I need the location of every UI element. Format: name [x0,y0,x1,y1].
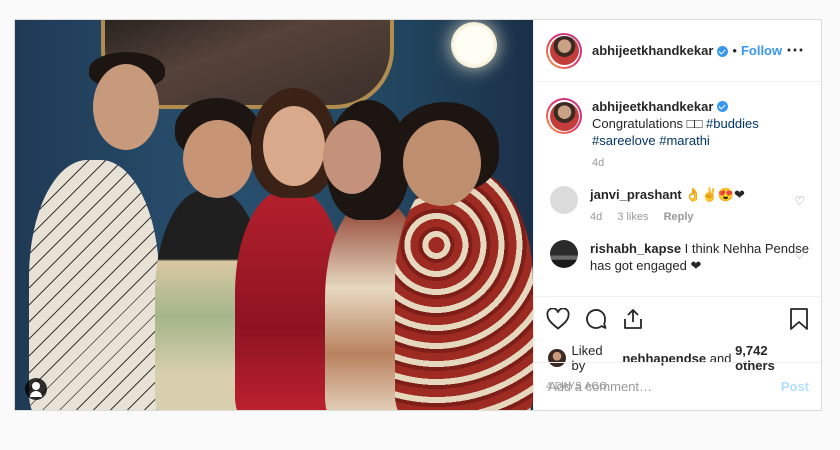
person-man [29,160,159,410]
verified-badge-icon [717,46,729,57]
caption: abhijeetkhandkekar Congratulations □□ #b… [546,98,809,172]
commenter-avatar[interactable] [550,186,578,214]
person-woman-right [395,170,533,410]
comment-like-heart-icon[interactable]: ♡ [794,248,805,262]
avatar[interactable] [546,32,582,69]
post-side-panel: abhijeetkhandkekar • Follow ⋯ abhijeetkh… [533,20,821,410]
bookmark-icon[interactable] [789,307,809,336]
hashtag-link[interactable]: #marathi [659,133,710,148]
person-woman-right-head [403,120,481,206]
person-man-head [93,64,159,150]
post-header: abhijeetkhandkekar • Follow ⋯ [534,20,821,82]
comment-meta: 4d 3 likes Reply [590,209,745,226]
comment-body: janvi_prashant 👌✌😍❤ 4d 3 likes Reply [590,186,745,226]
reply-button[interactable]: Reply [664,211,694,223]
action-bar [534,297,821,337]
comment-likes[interactable]: 3 likes [617,211,648,223]
caption-avatar-border [548,100,580,132]
more-options-icon[interactable]: ⋯ [786,40,805,61]
caption-username[interactable]: abhijeetkhandkekar [592,99,713,114]
instagram-post: abhijeetkhandkekar • Follow ⋯ abhijeetkh… [14,19,822,411]
comment-item: janvi_prashant 👌✌😍❤ 4d 3 likes Reply ♡ [546,186,809,226]
comment-body: rishabh_kapse I think Nehha Pendse has g… [590,240,809,274]
hashtag-link[interactable]: #buddies [706,116,759,131]
caption-avatar-image [549,101,579,131]
caption-age: 4d [592,157,605,169]
tagged-user-icon[interactable] [25,378,47,400]
post-comment-button[interactable]: Post [781,379,809,394]
caption-avatar[interactable] [546,98,582,134]
separator-dot: • [732,43,737,58]
share-icon[interactable] [622,307,644,336]
add-comment-bar: Post [534,362,821,410]
follow-button[interactable]: Follow [741,43,782,58]
hashtag-link[interactable]: #sareelove [592,133,656,148]
header-username[interactable]: abhijeetkhandkekar [592,43,713,58]
comment-like-heart-icon[interactable]: ♡ [794,194,805,208]
caption-text: Congratulations □□ [592,116,703,131]
person-woman-center-head [263,106,325,186]
post-photo[interactable] [15,20,533,410]
add-comment-input[interactable] [546,378,781,395]
comments-list[interactable]: abhijeetkhandkekar Congratulations □□ #b… [534,82,821,297]
commenter-avatar[interactable] [550,240,578,268]
comment-icon[interactable] [584,307,608,336]
avatar-border [548,34,580,67]
comment-text: 👌✌😍❤ [685,187,745,202]
caption-verified-badge-icon [717,101,729,112]
comment-item: rishabh_kapse I think Nehha Pendse has g… [546,240,809,274]
caption-text-block: abhijeetkhandkekar Congratulations □□ #b… [592,98,759,172]
wall-lamp [451,22,497,68]
comment-age: 4d [590,211,603,223]
comment-username[interactable]: rishabh_kapse [590,241,681,256]
person-woman-2-head [183,120,253,198]
comment-username[interactable]: janvi_prashant [590,187,682,202]
person-woman-4-head [323,120,381,194]
avatar-image [549,36,579,65]
heart-icon[interactable] [546,306,570,335]
